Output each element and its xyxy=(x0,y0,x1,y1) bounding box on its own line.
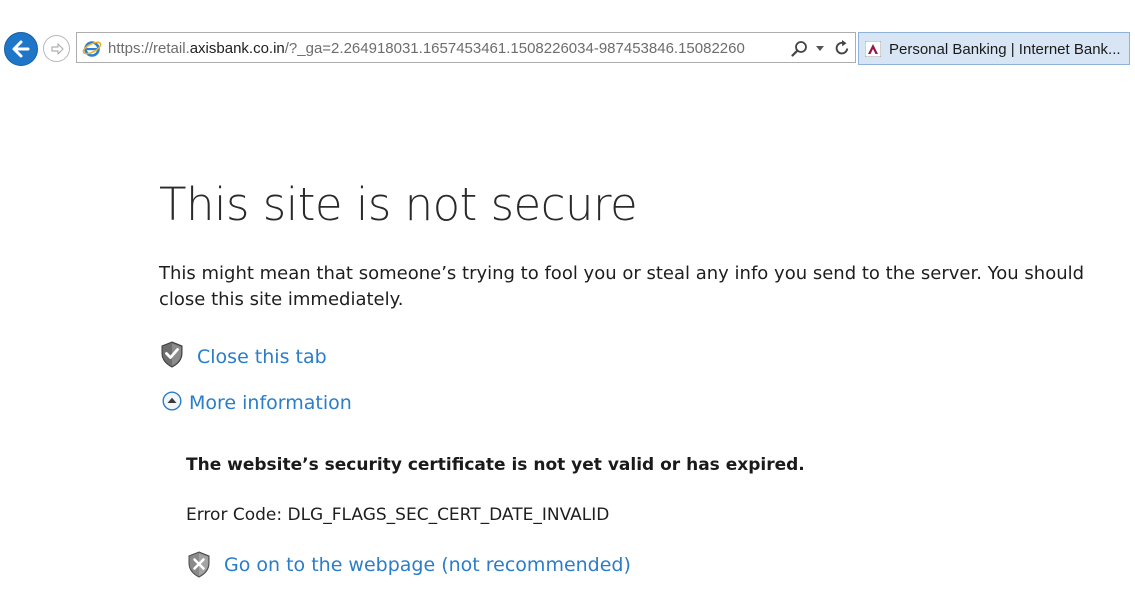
close-tab-link[interactable]: Close this tab xyxy=(197,343,327,371)
chevron-down-icon[interactable] xyxy=(815,45,825,53)
go-on-webpage-link[interactable]: Go on to the webpage (not recommended) xyxy=(224,551,631,579)
browser-window: https://retail.axisbank.co.in/?_ga=2.264… xyxy=(0,0,1135,601)
back-button[interactable] xyxy=(4,32,38,66)
close-tab-row[interactable]: Close this tab xyxy=(160,341,460,371)
url-prefix: https://retail. xyxy=(108,40,190,57)
certificate-error-heading: The website’s security certificate is no… xyxy=(186,455,805,475)
browser-tab[interactable]: Personal Banking | Internet Bank... xyxy=(858,32,1130,65)
shield-x-icon xyxy=(188,551,210,578)
refresh-icon[interactable] xyxy=(833,39,851,57)
warning-message: This might mean that someone’s trying to… xyxy=(159,263,1085,310)
collapse-circle-icon[interactable] xyxy=(162,391,182,411)
page-title: This site is not secure xyxy=(159,178,638,231)
search-icon[interactable] xyxy=(791,40,808,57)
url-text[interactable]: https://retail.axisbank.co.in/?_ga=2.264… xyxy=(108,39,788,59)
address-bar[interactable]: https://retail.axisbank.co.in/?_ga=2.264… xyxy=(76,32,856,63)
tab-title: Personal Banking | Internet Bank... xyxy=(889,41,1121,58)
ie-logo-icon xyxy=(82,41,102,57)
more-information-link[interactable]: More information xyxy=(189,389,352,417)
forward-arrow-icon xyxy=(50,42,64,55)
browser-toolbar: https://retail.axisbank.co.in/?_ga=2.264… xyxy=(0,0,1135,96)
go-on-row[interactable]: Go on to the webpage (not recommended) xyxy=(187,550,687,580)
url-domain: axisbank.co.in xyxy=(189,40,285,57)
axis-bank-favicon xyxy=(865,41,881,57)
back-arrow-icon xyxy=(12,40,30,58)
error-code-text: Error Code: DLG_FLAGS_SEC_CERT_DATE_INVA… xyxy=(186,505,610,525)
more-information-row[interactable]: More information xyxy=(162,389,462,419)
url-path: /?_ga=2.264918031.1657453461.1508226034-… xyxy=(284,40,745,57)
forward-button[interactable] xyxy=(43,35,70,62)
shield-check-icon xyxy=(161,341,183,368)
